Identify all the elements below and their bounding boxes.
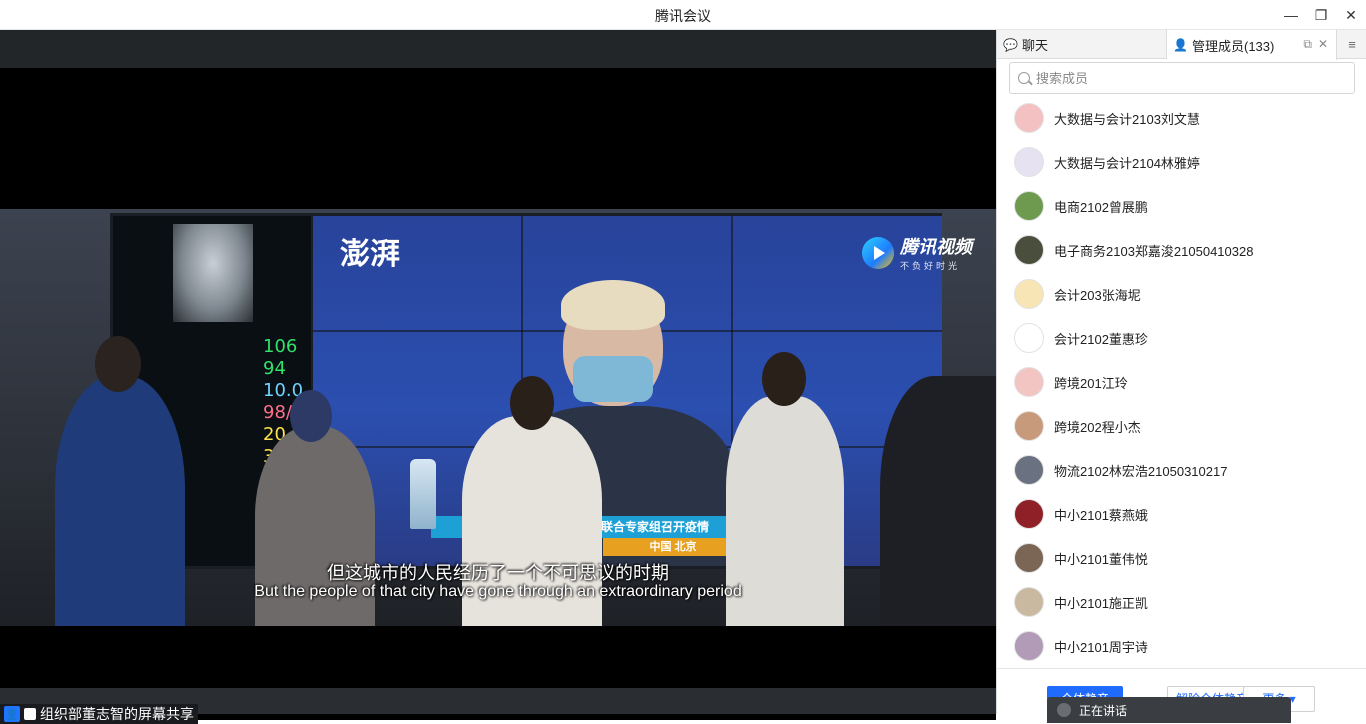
member-name: 中小2101施正凯 bbox=[1054, 595, 1148, 611]
play-icon bbox=[862, 236, 894, 269]
tab-chat-label: 聊天 bbox=[1022, 38, 1049, 53]
avatar bbox=[1014, 323, 1044, 353]
person-icon: 👤 bbox=[1173, 38, 1188, 52]
member-name: 大数据与会计2104林雅婷 bbox=[1054, 155, 1200, 171]
list-item[interactable]: 中小2101蔡燕娥 bbox=[997, 492, 1366, 536]
list-item[interactable]: 电商2102曾展鹏 bbox=[997, 184, 1366, 228]
location-banner: 中国 北京 bbox=[603, 538, 743, 556]
avatar bbox=[1014, 103, 1044, 133]
avatar bbox=[1014, 455, 1044, 485]
list-item[interactable]: 跨境202程小杰 bbox=[997, 404, 1366, 448]
avatar bbox=[1014, 499, 1044, 529]
speaking-toast-label: 正在讲话 bbox=[1079, 703, 1128, 718]
panel-tabs: 💬 聊天 👤 管理成员(133) ⧉ ✕ ≡ bbox=[997, 30, 1366, 60]
tab-tools: ⧉ ✕ bbox=[1303, 37, 1328, 52]
vital-spo2: 94 bbox=[263, 358, 286, 379]
subtitle-chinese: 但这城市的人民经历了一个不可思议的时期 bbox=[327, 563, 669, 583]
list-item[interactable]: 会计2102董惠珍 bbox=[997, 316, 1366, 360]
member-name: 会计203张海坭 bbox=[1054, 287, 1141, 303]
tencent-video-logo-text: 腾讯视频 bbox=[900, 237, 972, 257]
member-name: 跨境201江玲 bbox=[1054, 375, 1128, 391]
search-input[interactable] bbox=[1036, 70, 1336, 86]
avatar bbox=[1014, 191, 1044, 221]
close-window-button[interactable]: ✕ bbox=[1341, 5, 1361, 25]
tab-members[interactable]: 👤 管理成员(133) ⧉ ✕ bbox=[1167, 30, 1337, 60]
tencent-video-logo: 腾讯视频 不负好时光 bbox=[862, 233, 972, 272]
window-title: 腾讯会议 bbox=[655, 8, 711, 24]
list-item[interactable]: 电子商务2103郑嘉浚21050410328 bbox=[997, 228, 1366, 272]
side-panel: 💬 聊天 👤 管理成员(133) ⧉ ✕ ≡ 大数据与会计2103刘文慧 大数据… bbox=[996, 30, 1366, 723]
speaking-toast: 正在讲话 bbox=[1047, 697, 1291, 723]
person-head bbox=[510, 376, 554, 430]
person-head bbox=[290, 390, 332, 442]
list-item[interactable]: 跨境201江玲 bbox=[997, 360, 1366, 404]
title-bar: 腾讯会议 — ❐ ✕ bbox=[0, 0, 1366, 30]
shared-screen-area: 106 94 10.0 98/75 20 37.8 bbox=[0, 68, 996, 720]
video-stage[interactable]: 106 94 10.0 98/75 20 37.8 bbox=[0, 30, 996, 724]
avatar bbox=[1014, 631, 1044, 661]
avatar bbox=[1014, 147, 1044, 177]
speaker-hair bbox=[561, 280, 665, 330]
tencent-video-tagline: 不负好时光 bbox=[900, 261, 961, 271]
member-name: 会计2102董惠珍 bbox=[1054, 331, 1148, 347]
member-name: 中小2101董伟悦 bbox=[1054, 551, 1148, 567]
tab-members-label: 管理成员(133) bbox=[1192, 38, 1275, 54]
minimize-button[interactable]: — bbox=[1281, 5, 1301, 25]
screen-share-icon bbox=[24, 708, 36, 720]
panel-footer: 全体静音 解除全体静音 更多 ▾ 正在讲话 bbox=[997, 668, 1366, 723]
thepaper-logo: 澎湃 bbox=[340, 237, 400, 272]
close-icon[interactable]: ✕ bbox=[1318, 37, 1328, 52]
list-item[interactable]: 会计203张海坭 bbox=[997, 272, 1366, 316]
person-head bbox=[762, 352, 806, 406]
press-conference-screen: 联合专家组召开疫情 中国 北京 bbox=[313, 216, 942, 566]
screen-share-label: 组织部董志智的屏幕共享 bbox=[40, 706, 194, 722]
vital-hr: 106 bbox=[263, 336, 298, 357]
screen-share-indicator[interactable]: 👤 组织部董志智的屏幕共享 bbox=[0, 704, 198, 724]
avatar bbox=[1057, 703, 1071, 717]
water-bottle bbox=[410, 459, 436, 529]
list-item[interactable]: 大数据与会计2104林雅婷 bbox=[997, 140, 1366, 184]
speaker-strip: 👤 组织部董志智的屏幕共享 bbox=[0, 688, 996, 724]
person-head bbox=[95, 336, 141, 392]
avatar bbox=[1014, 235, 1044, 265]
member-search[interactable] bbox=[1009, 62, 1355, 94]
xray-image bbox=[173, 224, 253, 322]
person-icon: 👤 bbox=[4, 706, 20, 722]
member-name: 中小2101周宇诗 bbox=[1054, 639, 1148, 655]
search-icon bbox=[1018, 72, 1030, 84]
avatar bbox=[1014, 411, 1044, 441]
list-item[interactable]: 中小2101施正凯 bbox=[997, 580, 1366, 624]
list-item[interactable]: 大数据与会计2103刘文慧 bbox=[997, 96, 1366, 140]
subtitle-english: But the people of that city have gone th… bbox=[254, 583, 742, 600]
member-name: 跨境202程小杰 bbox=[1054, 419, 1141, 435]
member-name: 电商2102曾展鹏 bbox=[1054, 199, 1148, 215]
member-name: 物流2102林宏浩21050310217 bbox=[1054, 463, 1228, 479]
member-list[interactable]: 大数据与会计2103刘文慧 大数据与会计2104林雅婷 电商2102曾展鹏 电子… bbox=[997, 96, 1366, 668]
member-name: 电子商务2103郑嘉浚21050410328 bbox=[1054, 243, 1254, 259]
avatar bbox=[1014, 279, 1044, 309]
face-mask bbox=[573, 356, 653, 402]
member-name: 大数据与会计2103刘文慧 bbox=[1054, 111, 1200, 127]
avatar bbox=[1014, 543, 1044, 573]
chat-icon: 💬 bbox=[1003, 37, 1018, 52]
avatar bbox=[1014, 587, 1044, 617]
avatar bbox=[1014, 367, 1044, 397]
popout-icon[interactable]: ⧉ bbox=[1303, 37, 1312, 52]
tab-chat[interactable]: 💬 聊天 bbox=[997, 30, 1167, 59]
menu-icon[interactable]: ≡ bbox=[1343, 36, 1361, 54]
member-name: 中小2101蔡燕娥 bbox=[1054, 507, 1148, 523]
list-item[interactable]: 物流2102林宏浩21050310217 bbox=[997, 448, 1366, 492]
list-item[interactable]: 中小2101董伟悦 bbox=[997, 536, 1366, 580]
list-item[interactable]: 中小2101周宇诗 bbox=[997, 624, 1366, 668]
restore-button[interactable]: ❐ bbox=[1311, 5, 1331, 25]
video-frame: 106 94 10.0 98/75 20 37.8 bbox=[0, 209, 996, 626]
